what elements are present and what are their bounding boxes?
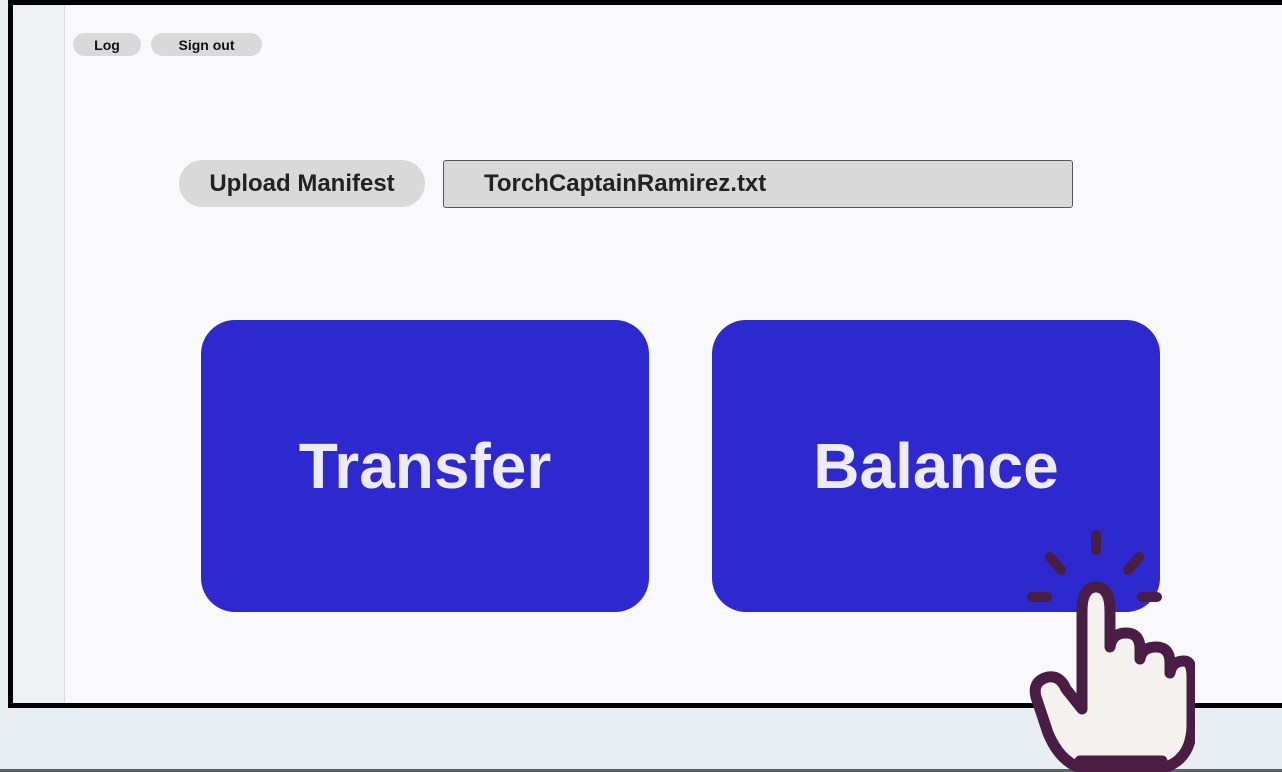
- hand-pointer-click-icon: [1027, 530, 1195, 772]
- manifest-file-field[interactable]: TorchCaptainRamirez.txt: [443, 160, 1073, 208]
- left-gutter: [13, 5, 65, 703]
- log-button[interactable]: Log: [73, 33, 141, 56]
- upload-manifest-button[interactable]: Upload Manifest: [179, 160, 425, 207]
- transfer-button[interactable]: Transfer: [201, 320, 649, 612]
- sign-out-button[interactable]: Sign out: [151, 33, 262, 56]
